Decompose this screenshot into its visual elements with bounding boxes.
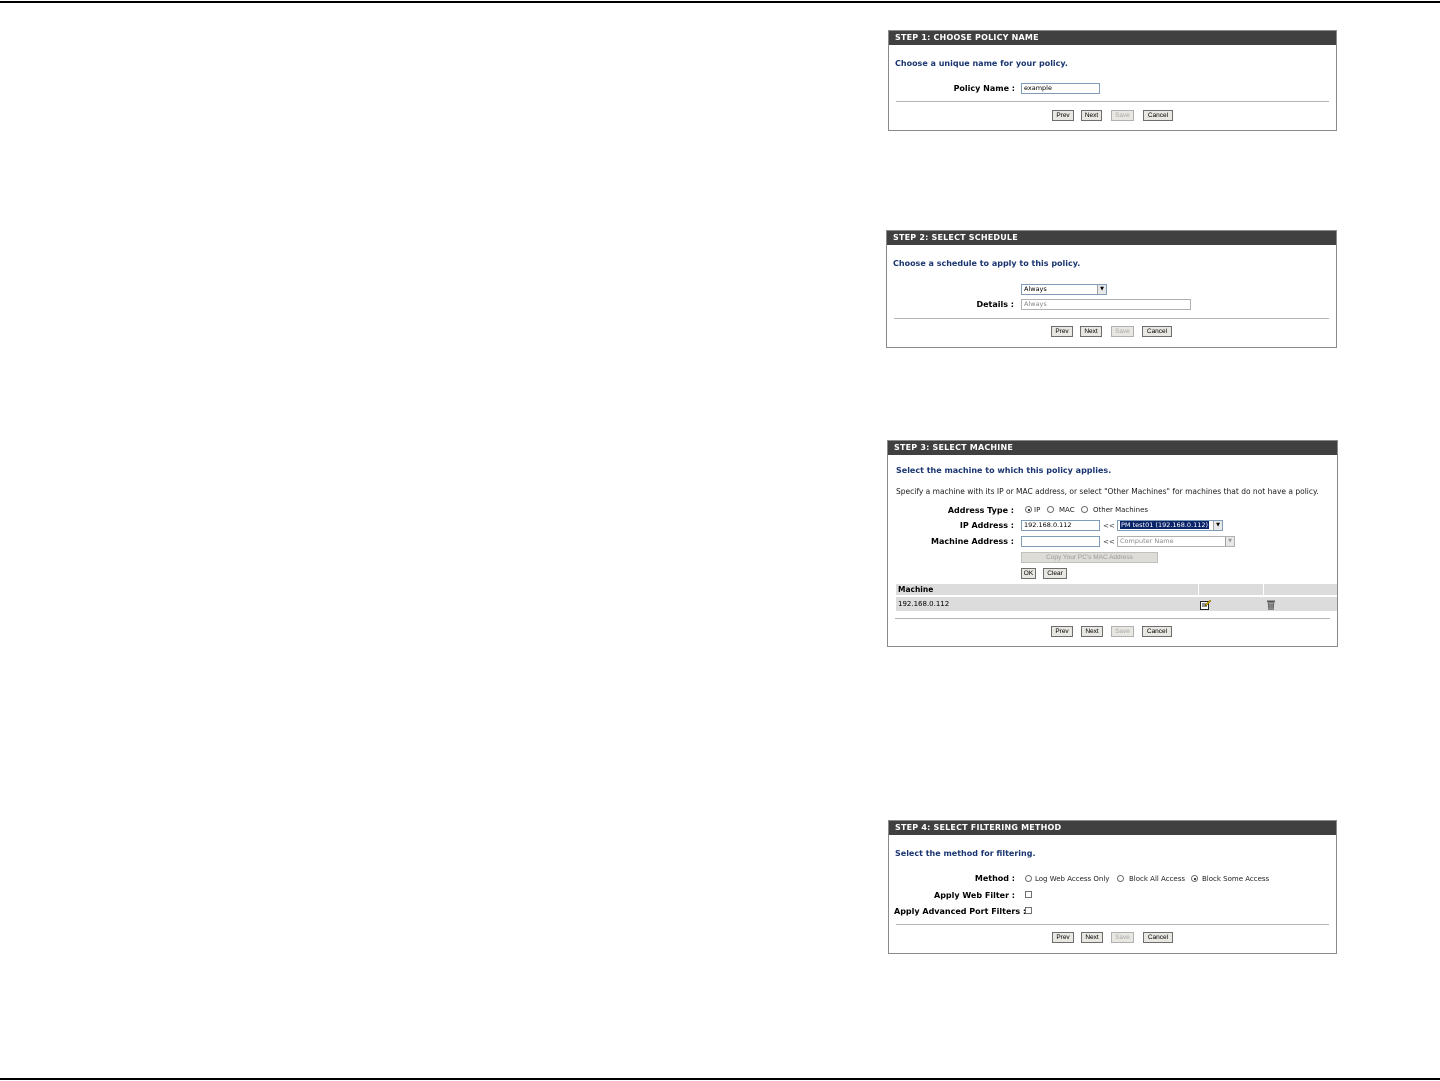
method-block-some-radio[interactable] (1191, 875, 1198, 882)
port-filters-label: Apply Advanced Port Filters : (894, 907, 1027, 916)
step4-divider (896, 924, 1329, 925)
chevron-down-icon: ▼ (1225, 537, 1234, 546)
step1-prev-button[interactable]: Prev (1052, 110, 1074, 121)
page-bottom-rule (0, 1078, 1440, 1080)
ip-computer-select[interactable]: PM test01 (192.168.0.112) ▼ (1117, 520, 1223, 531)
step4-prev-button[interactable]: Prev (1052, 932, 1074, 943)
step1-cancel-button[interactable]: Cancel (1143, 110, 1173, 121)
web-filter-checkbox[interactable] (1025, 891, 1032, 898)
step2-title: STEP 2: SELECT SCHEDULE (887, 231, 1336, 245)
copy-mac-button[interactable]: Copy Your PC's MAC Address (1021, 552, 1158, 563)
step2-next-button[interactable]: Next (1080, 326, 1102, 337)
ip-computer-select-value: PM test01 (192.168.0.112) (1120, 521, 1210, 529)
step1-title: STEP 1: CHOOSE POLICY NAME (889, 31, 1336, 45)
step3-panel: STEP 3: SELECT MACHINE Select the machin… (887, 440, 1338, 647)
step4-save-button[interactable]: Save (1111, 932, 1134, 943)
step4-title: STEP 4: SELECT FILTERING METHOD (889, 821, 1336, 835)
trash-icon[interactable] (1266, 599, 1276, 610)
step2-intro: Choose a schedule to apply to this polic… (893, 259, 1081, 268)
method-block-all-label: Block All Access (1129, 875, 1186, 883)
step3-prev-button[interactable]: Prev (1051, 626, 1073, 637)
machine-table-header: Machine (896, 584, 1337, 595)
address-type-other-radio[interactable] (1081, 506, 1088, 513)
step3-cancel-button[interactable]: Cancel (1142, 626, 1172, 637)
address-type-ip-label: IP (1034, 506, 1041, 514)
step4-intro: Select the method for filtering. (895, 849, 1036, 858)
step1-next-button[interactable]: Next (1081, 110, 1102, 121)
step3-next-button[interactable]: Next (1081, 626, 1103, 637)
chevron-down-icon: ▼ (1213, 521, 1222, 530)
schedule-select[interactable]: Always ▼ (1021, 284, 1107, 295)
port-filters-checkbox[interactable] (1025, 907, 1032, 914)
web-filter-label: Apply Web Filter : (934, 891, 1015, 900)
edit-icon[interactable] (1200, 599, 1211, 610)
method-log-label: Log Web Access Only (1035, 875, 1110, 883)
step3-note: Specify a machine with its IP or MAC add… (896, 487, 1319, 496)
policy-name-input[interactable]: example (1021, 83, 1100, 94)
step4-next-button[interactable]: Next (1081, 932, 1103, 943)
machine-address-label: Machine Address : (931, 537, 1014, 546)
step2-divider (894, 318, 1329, 319)
ip-address-input[interactable]: 192.168.0.112 (1021, 520, 1100, 531)
step3-save-button[interactable]: Save (1111, 626, 1134, 637)
address-type-mac-radio[interactable] (1047, 506, 1054, 513)
step4-cancel-button[interactable]: Cancel (1143, 932, 1173, 943)
machine-address-input[interactable] (1021, 536, 1100, 547)
clear-button[interactable]: Clear (1043, 568, 1067, 579)
step1-save-button[interactable]: Save (1111, 110, 1134, 121)
step1-divider (896, 101, 1329, 102)
chevron-down-icon: ▼ (1097, 285, 1106, 294)
step3-title: STEP 3: SELECT MACHINE (888, 441, 1337, 455)
details-label: Details : (976, 300, 1014, 309)
step2-cancel-button[interactable]: Cancel (1142, 326, 1172, 337)
address-type-other-label: Other Machines (1093, 506, 1149, 514)
step2-prev-button[interactable]: Prev (1051, 326, 1073, 337)
step1-panel: STEP 1: CHOOSE POLICY NAME Choose a uniq… (888, 30, 1337, 131)
computer-name-select[interactable]: Computer Name ▼ (1117, 536, 1235, 547)
page-top-rule (0, 1, 1440, 3)
step3-divider (895, 618, 1330, 619)
schedule-select-value: Always (1024, 285, 1047, 293)
method-block-some-label: Block Some Access (1202, 875, 1270, 883)
address-type-ip-radio[interactable] (1025, 506, 1032, 513)
method-block-all-radio[interactable] (1117, 875, 1124, 882)
ip-address-label: IP Address : (959, 521, 1014, 530)
computer-name-placeholder: Computer Name (1120, 537, 1174, 545)
step2-save-button[interactable]: Save (1111, 326, 1134, 337)
address-type-mac-label: MAC (1059, 506, 1075, 514)
step3-intro: Select the machine to which this policy … (896, 466, 1112, 475)
ok-button[interactable]: OK (1021, 568, 1036, 579)
address-type-label: Address Type : (947, 506, 1014, 515)
mac-copy-arrow: << (1103, 538, 1115, 546)
method-log-radio[interactable] (1025, 875, 1032, 882)
step2-panel: STEP 2: SELECT SCHEDULE Choose a schedul… (886, 230, 1337, 348)
step1-intro: Choose a unique name for your policy. (895, 59, 1068, 68)
method-label: Method : (974, 874, 1015, 883)
table-row-machine: 192.168.0.112 (898, 600, 950, 608)
step4-panel: STEP 4: SELECT FILTERING METHOD Select t… (888, 820, 1337, 954)
ip-copy-arrow: << (1103, 522, 1115, 530)
policy-name-label: Policy Name : (953, 84, 1015, 93)
details-field: Always (1021, 299, 1191, 310)
